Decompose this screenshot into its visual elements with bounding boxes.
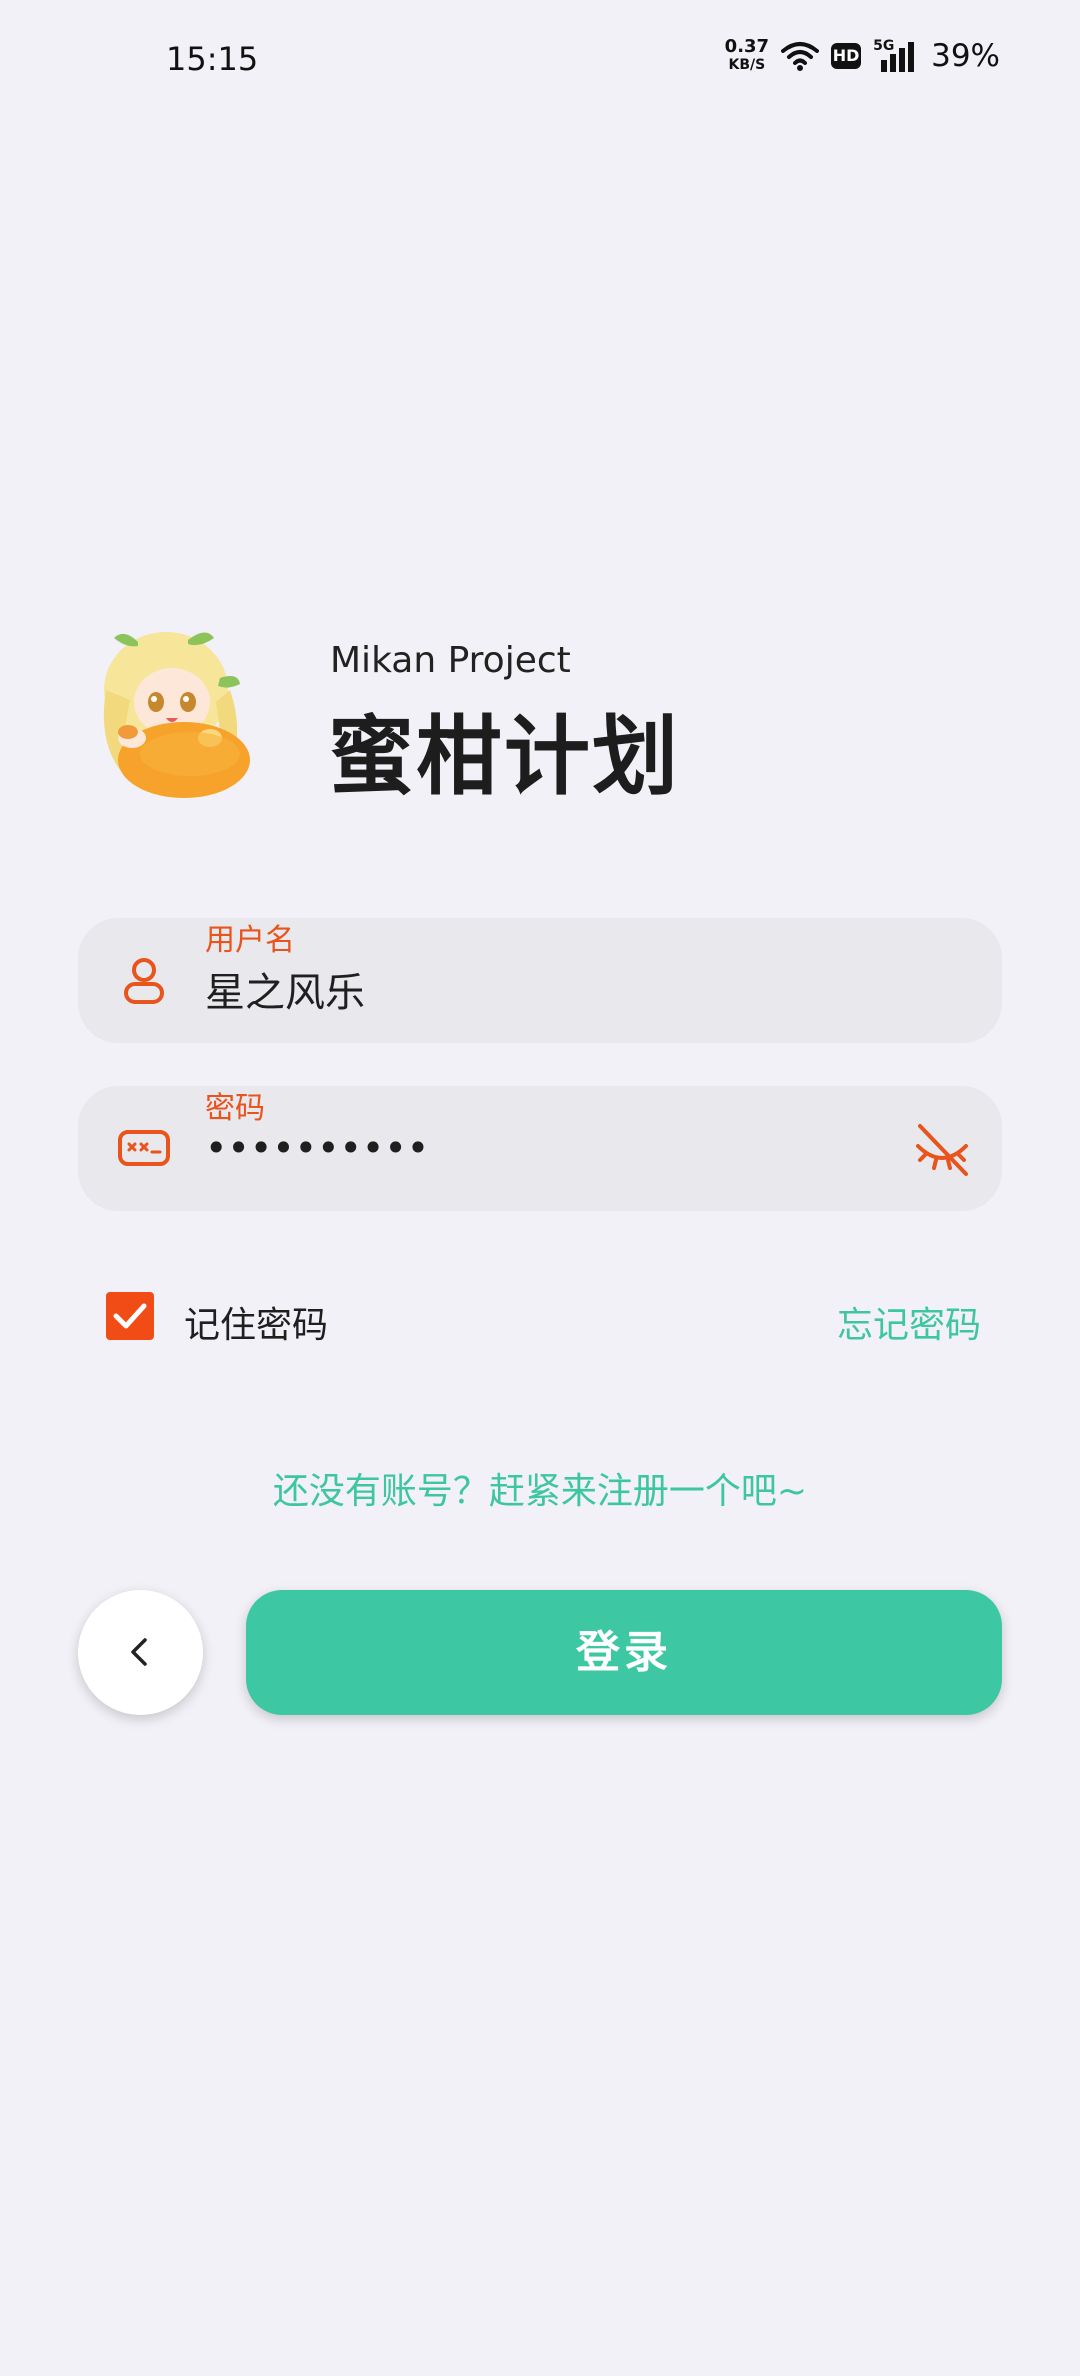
password-icon (118, 1130, 170, 1166)
remember-checkbox[interactable] (106, 1292, 154, 1340)
battery-level: 39% (931, 38, 1000, 74)
user-icon (124, 958, 164, 1004)
eye-off-icon[interactable] (912, 1120, 972, 1180)
brand-subtitle: Mikan Project (330, 640, 571, 681)
network-type: 5G (873, 38, 895, 54)
username-label: 用户名 (205, 923, 295, 958)
username-input[interactable]: 星之风乐 (205, 960, 365, 1018)
net-speed: 0.37 KB/S (725, 38, 769, 74)
status-time: 15:15 (166, 40, 259, 78)
remember-row: 记住密码 忘记密码 (106, 1290, 981, 1350)
net-speed-value: 0.37 (724, 36, 770, 57)
brand-header: Mikan Project 蜜柑计划 (80, 620, 1000, 807)
login-button[interactable]: 登录 (246, 1590, 1002, 1715)
signal-5g-icon: 5G (873, 38, 915, 72)
status-bar: 15:15 0.37 KB/S HD 5G 39% (0, 0, 1080, 120)
checkmark-icon (113, 1303, 147, 1329)
register-link[interactable]: 还没有账号？赶紧来注册一个吧~ (0, 1462, 1080, 1514)
username-field[interactable]: 用户名 星之风乐 (78, 918, 1002, 1043)
mascot-logo (103, 632, 250, 798)
brand-title: 蜜柑计划 (328, 707, 680, 807)
password-input[interactable]: •••••••••• (205, 1126, 429, 1170)
hd-icon: HD (831, 43, 862, 69)
hd-label: HD (832, 46, 860, 65)
wifi-icon (781, 42, 820, 71)
remember-label[interactable]: 记住密码 (184, 1296, 328, 1348)
net-speed-unit: KB/S (728, 57, 766, 73)
system-icons: 0.37 KB/S HD 5G 39% (725, 38, 1000, 75)
forgot-password-link[interactable]: 忘记密码 (837, 1296, 981, 1348)
chevron-left-icon (131, 1638, 147, 1666)
back-button[interactable] (78, 1590, 203, 1715)
password-label: 密码 (205, 1091, 265, 1126)
password-field[interactable]: 密码 •••••••••• (78, 1086, 1002, 1211)
